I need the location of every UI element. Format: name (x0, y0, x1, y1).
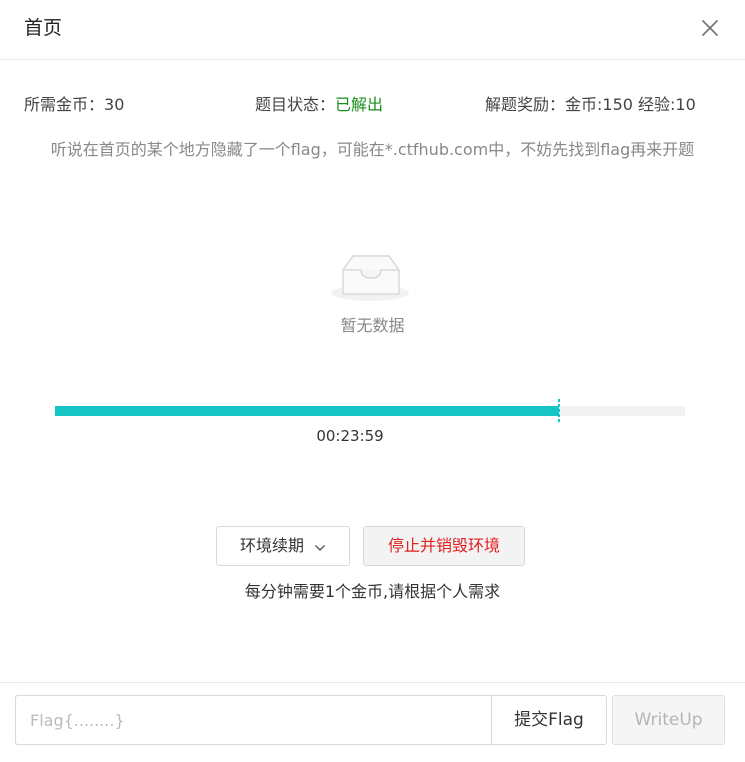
cost-info: 所需金币：30 (24, 93, 124, 117)
progress-fill (55, 406, 559, 416)
cost-label: 所需金币： (24, 95, 105, 114)
challenge-description: 听说在首页的某个地方隐藏了一个flag，可能在*.ctfhub.com中，不妨先… (50, 140, 695, 159)
modal-title: 首页 (24, 17, 63, 39)
cost-value: 30 (104, 95, 125, 114)
status-info: 题目状态：已解出 (255, 93, 383, 117)
countdown-progress-bar (55, 399, 685, 423)
empty-text: 暂无数据 (340, 316, 405, 335)
close-icon[interactable] (698, 16, 722, 40)
status-value: 已解出 (335, 95, 384, 114)
empty-inbox-icon (329, 248, 413, 308)
modal-header: 首页 (0, 0, 745, 60)
reward-value: 金币:150 经验:10 (565, 95, 696, 114)
submit-flag-button[interactable]: 提交Flag (491, 695, 607, 745)
renew-environment-dropdown[interactable]: 环境续期 (216, 526, 350, 566)
challenge-modal: 首页 所需金币：30 题目状态：已解出 解题奖励：金币:150 经验:10 听说… (0, 0, 745, 762)
progress-marker (558, 399, 560, 423)
reward-info: 解题奖励：金币:150 经验:10 (485, 93, 696, 117)
reward-label: 解题奖励： (485, 95, 566, 114)
stop-destroy-environment-button[interactable]: 停止并销毁环境 (363, 526, 525, 566)
countdown-timer: 00:23:59 (316, 427, 384, 445)
chevron-down-icon (314, 528, 326, 566)
cost-hint: 每分钟需要1个金币,请根据个人需求 (244, 582, 501, 601)
status-label: 题目状态： (255, 95, 336, 114)
renew-label: 环境续期 (239, 536, 304, 555)
writeup-button[interactable]: WriteUp (612, 695, 725, 745)
flag-input[interactable] (15, 695, 491, 745)
